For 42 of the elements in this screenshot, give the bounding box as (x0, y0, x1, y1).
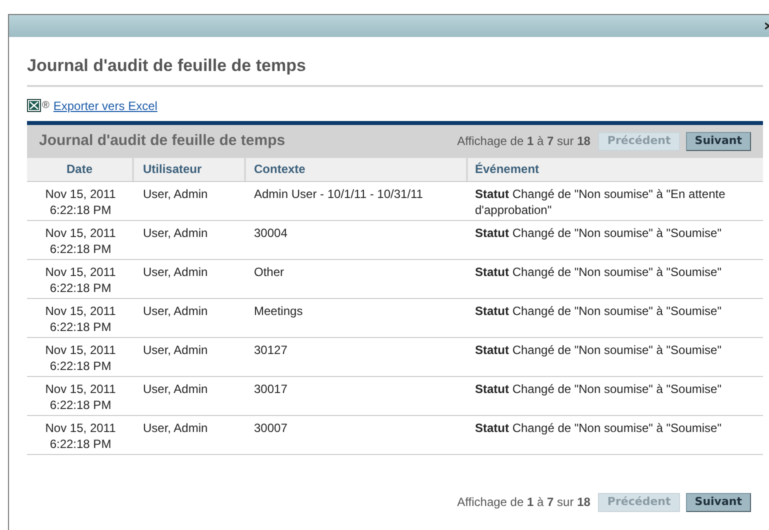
column-header[interactable]: Événement (468, 158, 763, 180)
date-cell-text: Nov 15, 2011 6:22:18 PM (44, 224, 117, 258)
context-cell-text: 30017 (253, 380, 288, 398)
user-cell-text: User, Admin (142, 420, 209, 436)
user-cell-text: User, Admin (142, 380, 209, 398)
date-cell-text: Nov 15, 2011 6:22:18 PM (44, 420, 117, 452)
close-icon[interactable] (765, 22, 769, 30)
event-cell-text: Statut Changé de "Non soumise" à "En attente d'approbation" (474, 186, 726, 218)
context-cell-text: Meetings (253, 302, 304, 320)
context-cell-text: Other (253, 264, 286, 280)
event-cell-text: Statut Changé de "Non soumise" à "Soumise" (474, 302, 722, 320)
user-cell-text: User, Admin (142, 302, 209, 320)
date-cell-text: Nov 15, 2011 6:22:18 PM (44, 186, 117, 218)
context-cell-text: 30004 (253, 224, 288, 242)
user-cell-text: User, Admin (142, 342, 209, 358)
page-button[interactable]: Suivant (686, 132, 751, 150)
registered-mark: ® (42, 99, 50, 113)
panel-title: Journal d'audit de feuille de temps (39, 130, 286, 151)
export-link[interactable]: Exporter vers Excel (53, 96, 158, 114)
context-cell-text: 30127 (253, 342, 288, 358)
date-cell-text: Nov 15, 2011 6:22:18 PM (44, 302, 117, 336)
event-cell-text: Statut Changé de "Non soumise" à "Soumise" (474, 224, 722, 242)
pagination-summary: Affichage de 1 à 7 sur 18 (457, 133, 590, 150)
column-header[interactable]: Utilisateur (134, 158, 246, 180)
spreadsheet-icon (27, 99, 41, 112)
user-cell-text: User, Admin (142, 264, 209, 280)
event-cell-text: Statut Changé de "Non soumise" à "Soumise" (474, 420, 722, 436)
context-cell-text: 30007 (253, 420, 288, 436)
column-header[interactable]: Contexte (246, 158, 468, 180)
date-cell-text: Nov 15, 2011 6:22:18 PM (44, 264, 117, 296)
event-cell-text: Statut Changé de "Non soumise" à "Soumise" (474, 342, 722, 358)
date-cell-text: Nov 15, 2011 6:22:18 PM (44, 380, 117, 414)
pagination-summary: Affichage de 1 à 7 sur 18 (457, 494, 590, 511)
event-cell-text: Statut Changé de "Non soumise" à "Soumise" (474, 264, 722, 280)
context-cell-text: Admin User - 10/1/11 - 10/31/11 (253, 186, 424, 202)
page-title: Journal d'audit de feuille de temps (27, 53, 763, 86)
event-cell-text: Statut Changé de "Non soumise" à "Soumise" (474, 380, 722, 398)
user-cell-text: User, Admin (142, 224, 209, 242)
page-button[interactable]: Suivant (686, 492, 751, 512)
date-cell-text: Nov 15, 2011 6:22:18 PM (44, 342, 117, 374)
user-cell-text: User, Admin (142, 186, 209, 202)
column-header[interactable]: Date (27, 158, 134, 180)
